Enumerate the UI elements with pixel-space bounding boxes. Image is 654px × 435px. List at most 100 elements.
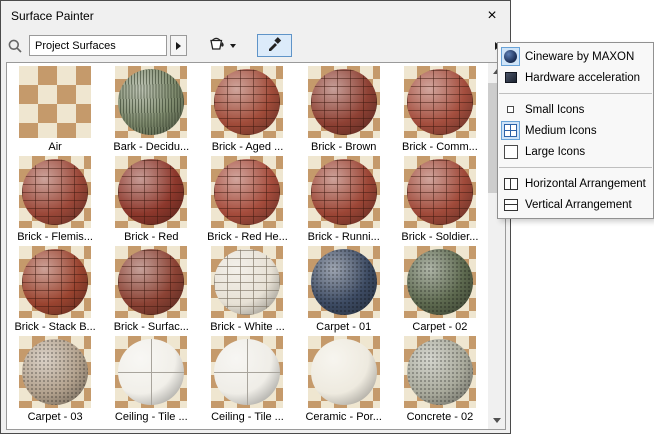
- surface-label: Brick - Runni...: [307, 231, 380, 243]
- surface-thumbnail: [115, 246, 188, 318]
- surface-label: Ceiling - Tile ...: [114, 411, 188, 423]
- dropdown-open-button[interactable]: [170, 35, 187, 56]
- surface-tile-brick-soldier[interactable]: Brick - Soldier...: [392, 156, 488, 246]
- surface-thumbnail: [19, 66, 92, 138]
- surface-thumbnail: [115, 156, 188, 228]
- surface-label: Carpet - 02: [412, 321, 468, 333]
- surface-tile-carpet-01[interactable]: Carpet - 01: [296, 246, 392, 336]
- window-title: Surface Painter: [11, 8, 94, 23]
- surface-tile-air[interactable]: Air: [7, 66, 103, 156]
- menu-item-small-icons[interactable]: Small Icons: [498, 99, 653, 120]
- surface-thumbnail: [403, 156, 476, 228]
- surface-label: Brick - Surfac...: [113, 321, 189, 333]
- surface-thumbnail: [307, 156, 380, 228]
- surface-sphere: [214, 69, 281, 135]
- surface-sphere: [118, 339, 185, 405]
- surface-thumbnail: [115, 66, 188, 138]
- surface-tile-brick-runni[interactable]: Brick - Runni...: [296, 156, 392, 246]
- surface-painter-dialog: Surface Painter × Project Surfaces Air B…: [0, 0, 511, 434]
- close-button[interactable]: ×: [474, 2, 510, 30]
- eyedropper-icon: [267, 36, 282, 56]
- menu-item-vertical-arrangement[interactable]: Vertical Arrangement: [498, 194, 653, 215]
- surface-tile-brick-aged[interactable]: Brick - Aged ...: [199, 66, 295, 156]
- surface-sphere: [214, 339, 281, 405]
- menu-item-cineware-by-maxon[interactable]: Cineware by MAXON: [498, 46, 653, 67]
- surface-tile-carpet-02[interactable]: Carpet - 02: [392, 246, 488, 336]
- hardware-acceleration-icon-glyph: [504, 72, 517, 83]
- surface-label: Brick - White ...: [210, 321, 285, 333]
- surface-thumbnail: [115, 336, 188, 408]
- surface-label: Brick - Stack B...: [14, 321, 96, 333]
- arrow-down-icon: [492, 418, 501, 423]
- vertical-arrangement-icon: [501, 195, 520, 214]
- menu-item-medium-icons[interactable]: Medium Icons: [498, 120, 653, 141]
- surface-thumbnail: [307, 336, 380, 408]
- surface-source-dropdown[interactable]: Project Surfaces: [29, 35, 167, 56]
- surface-tile-bark-decidu[interactable]: Bark - Decidu...: [103, 66, 199, 156]
- surface-tile-ceiling-tile[interactable]: Ceiling - Tile ...: [103, 336, 199, 426]
- chevron-down-icon: [230, 43, 236, 48]
- menu-item-label: Horizontal Arrangement: [525, 177, 646, 190]
- surface-sphere: [406, 159, 473, 225]
- search-icon: [7, 38, 23, 54]
- surface-tile-concrete-02[interactable]: Concrete - 02: [392, 336, 488, 426]
- scroll-down-button[interactable]: [488, 412, 505, 429]
- surface-label: Ceramic - Por...: [305, 411, 382, 423]
- surface-tile-brick-white[interactable]: Brick - White ...: [199, 246, 295, 336]
- toolbar: Project Surfaces: [1, 30, 510, 61]
- paint-surface-button[interactable]: [202, 33, 240, 59]
- surface-sphere: [22, 249, 89, 315]
- surface-list-panel: Air Bark - Decidu... Brick - Aged ... Brick…: [6, 62, 506, 430]
- stage: Surface Painter × Project Surfaces Air B…: [0, 0, 654, 435]
- medium-icons-icon-glyph: [504, 124, 517, 137]
- pick-surface-button[interactable]: [257, 34, 292, 57]
- large-icons-icon-glyph: [503, 144, 518, 159]
- small-icons-icon: [501, 100, 520, 119]
- horizontal-arrangement-icon: [501, 174, 520, 193]
- surface-sphere: [310, 69, 377, 135]
- horizontal-arrangement-icon-glyph: [503, 177, 518, 190]
- surface-tile-ceiling-tile[interactable]: Ceiling - Tile ...: [199, 336, 295, 426]
- surface-thumbnail: [211, 66, 284, 138]
- surface-tile-brick-surfac[interactable]: Brick - Surfac...: [103, 246, 199, 336]
- surface-label: Carpet - 03: [27, 411, 83, 423]
- surface-sphere: [406, 339, 473, 405]
- surface-tile-brick-comm[interactable]: Brick - Comm...: [392, 66, 488, 156]
- surface-tile-brick-brown[interactable]: Brick - Brown: [296, 66, 392, 156]
- surface-tile-brick-flemis[interactable]: Brick - Flemis...: [7, 156, 103, 246]
- surface-sphere: [22, 339, 89, 405]
- surface-thumbnail: [403, 336, 476, 408]
- surface-sphere: [310, 339, 377, 405]
- surface-label: Ceiling - Tile ...: [211, 411, 284, 423]
- title-bar[interactable]: Surface Painter ×: [1, 1, 510, 30]
- surface-sphere: [214, 249, 281, 315]
- menu-item-horizontal-arrangement[interactable]: Horizontal Arrangement: [498, 173, 653, 194]
- surface-label: Carpet - 01: [316, 321, 372, 333]
- cineware-icon-glyph: [504, 50, 517, 63]
- menu-item-hardware-acceleration[interactable]: Hardware acceleration: [498, 67, 653, 88]
- surface-label: Brick - Red: [124, 231, 179, 243]
- surface-label: Brick - Brown: [310, 141, 377, 153]
- surface-sphere: [406, 249, 473, 315]
- surface-thumbnail: [19, 156, 92, 228]
- surface-tile-brick-red-he[interactable]: Brick - Red He...: [199, 156, 295, 246]
- surface-tile-ceramic-por[interactable]: Ceramic - Por...: [296, 336, 392, 426]
- surface-label: Bark - Decidu...: [113, 141, 190, 153]
- surface-source-value: Project Surfaces: [35, 39, 116, 52]
- surface-thumbnail: [211, 336, 284, 408]
- surface-thumbnail: [403, 246, 476, 318]
- paint-bucket-icon: [206, 35, 227, 57]
- surface-label: Brick - Soldier...: [401, 231, 479, 243]
- surface-tile-brick-stack-b[interactable]: Brick - Stack B...: [7, 246, 103, 336]
- surface-tile-carpet-03[interactable]: Carpet - 03: [7, 336, 103, 426]
- surface-sphere: [310, 159, 377, 225]
- surface-thumbnail: [19, 336, 92, 408]
- large-icons-icon: [501, 142, 520, 161]
- surface-label: Brick - Red He...: [207, 231, 288, 243]
- surface-tile-brick-red[interactable]: Brick - Red: [103, 156, 199, 246]
- menu-item-large-icons[interactable]: Large Icons: [498, 141, 653, 162]
- surface-label: Concrete - 02: [406, 411, 474, 423]
- surface-label: Brick - Aged ...: [211, 141, 284, 153]
- menu-separator: [499, 167, 652, 168]
- menu-item-label: Cineware by MAXON: [525, 50, 635, 63]
